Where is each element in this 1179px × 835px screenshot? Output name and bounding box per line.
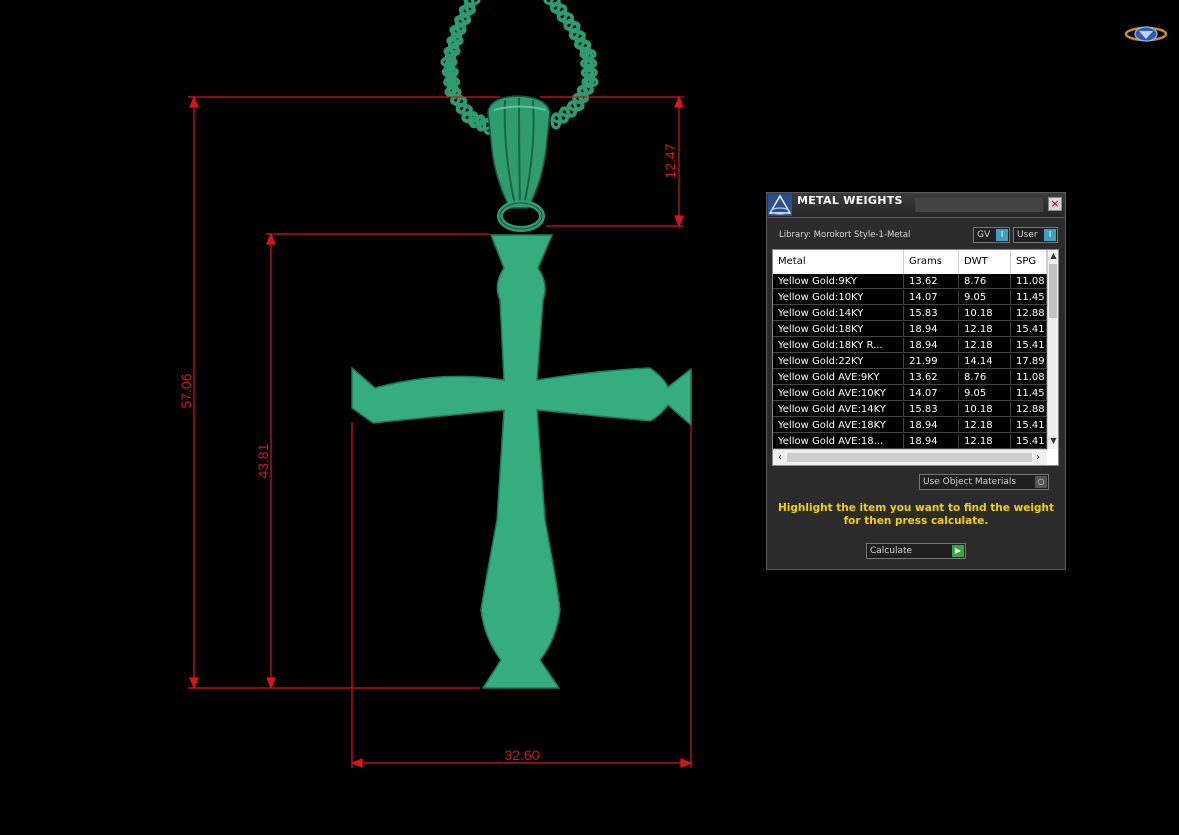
gv-toggle-switch[interactable]: I bbox=[996, 229, 1008, 241]
panel-title: METAL WEIGHTS bbox=[797, 194, 903, 207]
dimension-lines bbox=[188, 95, 693, 768]
user-toggle-switch[interactable]: I bbox=[1044, 229, 1056, 241]
cell-metal: Yellow Gold:14KY bbox=[773, 306, 904, 321]
cell-metal: Yellow Gold:18KY R... bbox=[773, 338, 904, 353]
cell-spg: 17.89 bbox=[1011, 354, 1047, 369]
horizontal-scroll-thumb[interactable] bbox=[787, 453, 1032, 462]
cell-grams: 13.62 bbox=[904, 274, 959, 289]
cell-grams: 21.99 bbox=[904, 354, 959, 369]
dimension-cross-height: 43.81 bbox=[255, 443, 271, 479]
calculate-button[interactable]: Calculate ▶ bbox=[866, 543, 966, 559]
table-row[interactable]: Yellow Gold AVE:18... 18.94 12.18 15.41 bbox=[773, 434, 1047, 450]
cell-grams: 18.94 bbox=[904, 418, 959, 433]
cell-grams: 18.94 bbox=[904, 322, 959, 337]
cell-dwt: 10.18 bbox=[959, 306, 1011, 321]
cell-spg: 12.88 bbox=[1011, 306, 1047, 321]
dimension-cross-width: 32.60 bbox=[504, 747, 540, 763]
cell-metal: Yellow Gold:9KY bbox=[773, 274, 904, 289]
play-icon[interactable]: ▶ bbox=[952, 545, 964, 557]
cell-spg: 15.41 bbox=[1011, 338, 1047, 353]
vertical-scrollbar[interactable]: ▲ ▼ bbox=[1047, 250, 1058, 449]
cell-dwt: 12.18 bbox=[959, 418, 1011, 433]
table-row[interactable]: Yellow Gold AVE:9KY 13.62 8.76 11.08 bbox=[773, 370, 1047, 386]
table-row[interactable]: Yellow Gold:18KY R... 18.94 12.18 15.41 bbox=[773, 338, 1047, 354]
column-header-grams[interactable]: Grams bbox=[904, 250, 959, 274]
scroll-down-icon[interactable]: ▼ bbox=[1049, 436, 1058, 446]
cell-grams: 15.83 bbox=[904, 306, 959, 321]
cell-metal: Yellow Gold AVE:18KY bbox=[773, 418, 904, 433]
cell-metal: Yellow Gold AVE:10KY bbox=[773, 386, 904, 401]
table-row[interactable]: Yellow Gold AVE:18KY 18.94 12.18 15.41 bbox=[773, 418, 1047, 434]
table-row[interactable]: Yellow Gold:22KY 21.99 14.14 17.89 bbox=[773, 354, 1047, 370]
cell-spg: 11.08 bbox=[1011, 274, 1047, 289]
cell-metal: Yellow Gold:10KY bbox=[773, 290, 904, 305]
calculate-label: Calculate bbox=[870, 546, 913, 556]
cell-spg: 11.45 bbox=[1011, 386, 1047, 401]
table-row[interactable]: Yellow Gold:14KY 15.83 10.18 12.88 bbox=[773, 306, 1047, 322]
gv-toggle[interactable]: GV I bbox=[973, 227, 1010, 243]
panel-title-bar bbox=[915, 198, 1043, 212]
cell-metal: Yellow Gold AVE:14KY bbox=[773, 402, 904, 417]
horizontal-scrollbar[interactable]: ‹ › bbox=[773, 449, 1047, 465]
cell-dwt: 9.05 bbox=[959, 290, 1011, 305]
cell-dwt: 14.14 bbox=[959, 354, 1011, 369]
column-header-metal[interactable]: Metal bbox=[773, 250, 904, 274]
cell-grams: 13.62 bbox=[904, 370, 959, 385]
gv-toggle-label: GV bbox=[977, 230, 991, 240]
cell-metal: Yellow Gold:18KY bbox=[773, 322, 904, 337]
panel-logo-icon bbox=[768, 194, 792, 216]
user-toggle[interactable]: User I bbox=[1013, 227, 1058, 243]
app-logo-icon bbox=[1124, 26, 1168, 42]
cell-dwt: 12.18 bbox=[959, 434, 1011, 449]
dimension-overall-height: 57.06 bbox=[178, 373, 194, 409]
table-body: Yellow Gold:9KY 13.62 8.76 11.08 Yellow Gold… bbox=[773, 274, 1047, 450]
cell-dwt: 8.76 bbox=[959, 274, 1011, 289]
instructions-text: Highlight the item you want to find the … bbox=[778, 502, 1054, 527]
table-row[interactable]: Yellow Gold:18KY 18.94 12.18 15.41 bbox=[773, 322, 1047, 338]
table-row[interactable]: Yellow Gold:10KY 14.07 9.05 11.45 bbox=[773, 290, 1047, 306]
scroll-right-icon[interactable]: › bbox=[1032, 451, 1044, 464]
user-toggle-label: User bbox=[1017, 230, 1038, 240]
table-row[interactable]: Yellow Gold:9KY 13.62 8.76 11.08 bbox=[773, 274, 1047, 290]
cell-grams: 18.94 bbox=[904, 338, 959, 353]
cell-spg: 15.41 bbox=[1011, 322, 1047, 337]
cell-grams: 14.07 bbox=[904, 290, 959, 305]
cell-metal: Yellow Gold:22KY bbox=[773, 354, 904, 369]
column-header-spg[interactable]: SPG bbox=[1011, 250, 1047, 274]
vertical-scroll-thumb[interactable] bbox=[1049, 264, 1057, 318]
cross-pendant bbox=[351, 234, 692, 689]
cell-grams: 14.07 bbox=[904, 386, 959, 401]
cell-spg: 15.41 bbox=[1011, 418, 1047, 433]
cell-spg: 11.08 bbox=[1011, 370, 1047, 385]
table-header: Metal Grams DWT SPG bbox=[773, 250, 1047, 274]
cell-metal: Yellow Gold AVE:18... bbox=[773, 434, 904, 449]
metal-table[interactable]: Metal Grams DWT SPG Yellow Gold:9KY 13.62… bbox=[772, 249, 1059, 466]
metal-weights-panel: METAL WEIGHTS × Library: Morokort Style-… bbox=[766, 192, 1066, 570]
use-object-materials-dropdown[interactable]: Use Object Materials ○ bbox=[919, 474, 1049, 490]
scroll-left-icon[interactable]: ‹ bbox=[774, 451, 786, 464]
cell-grams: 15.83 bbox=[904, 402, 959, 417]
table-row[interactable]: Yellow Gold AVE:10KY 14.07 9.05 11.45 bbox=[773, 386, 1047, 402]
cell-dwt: 12.18 bbox=[959, 322, 1011, 337]
column-header-dwt[interactable]: DWT bbox=[959, 250, 1011, 274]
bail bbox=[487, 95, 551, 232]
dropdown-circle-icon[interactable]: ○ bbox=[1035, 476, 1047, 488]
cell-metal: Yellow Gold AVE:9KY bbox=[773, 370, 904, 385]
library-label: Library: Morokort Style-1-Metal bbox=[779, 230, 911, 240]
scroll-up-icon[interactable]: ▲ bbox=[1049, 251, 1058, 261]
dimension-bail-height: 12.47 bbox=[662, 143, 678, 179]
cell-dwt: 10.18 bbox=[959, 402, 1011, 417]
close-button[interactable]: × bbox=[1048, 197, 1062, 211]
panel-header[interactable]: METAL WEIGHTS × bbox=[767, 193, 1065, 218]
cell-dwt: 9.05 bbox=[959, 386, 1011, 401]
cell-dwt: 12.18 bbox=[959, 338, 1011, 353]
cell-spg: 15.41 bbox=[1011, 434, 1047, 449]
table-row[interactable]: Yellow Gold AVE:14KY 15.83 10.18 12.88 bbox=[773, 402, 1047, 418]
cell-grams: 18.94 bbox=[904, 434, 959, 449]
cell-spg: 12.88 bbox=[1011, 402, 1047, 417]
use-object-materials-label: Use Object Materials bbox=[923, 477, 1017, 487]
cell-dwt: 8.76 bbox=[959, 370, 1011, 385]
cell-spg: 11.45 bbox=[1011, 290, 1047, 305]
